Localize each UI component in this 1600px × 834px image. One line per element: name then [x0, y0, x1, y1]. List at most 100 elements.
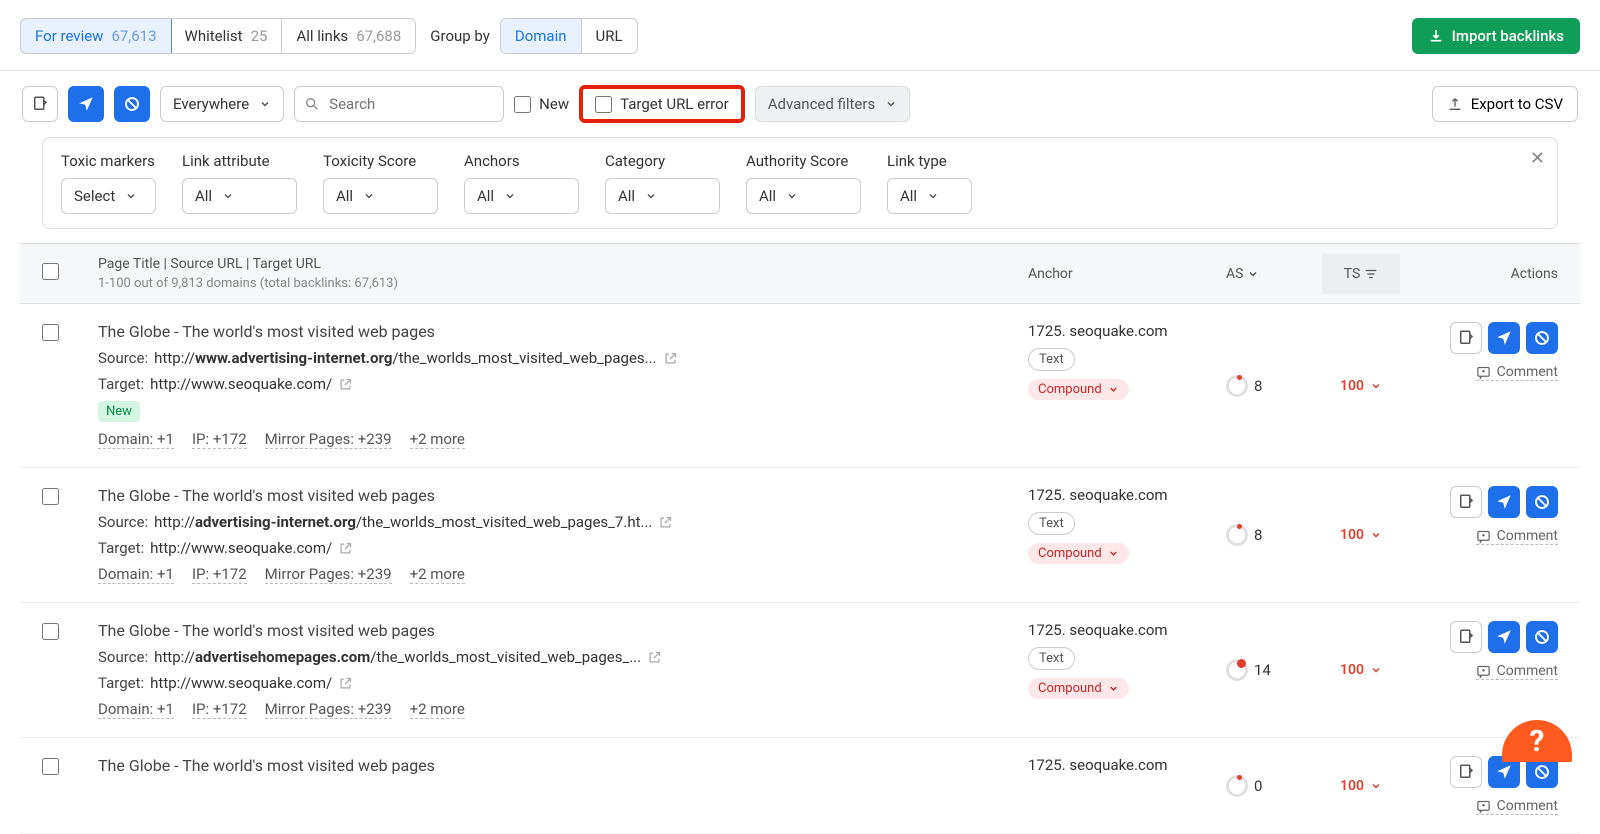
target-line: Target: http://www.seoquake.com/: [98, 539, 1010, 557]
comment-link[interactable]: Comment: [1476, 798, 1558, 815]
meta-item[interactable]: +2 more: [410, 565, 465, 584]
row-title: The Globe - The world's most visited web…: [98, 621, 1010, 640]
meta-item[interactable]: IP: +172: [192, 700, 247, 719]
filter-dropdown[interactable]: All: [464, 178, 579, 214]
row-block-button[interactable]: [1526, 322, 1558, 354]
search-input[interactable]: [294, 86, 504, 122]
meta-item[interactable]: +2 more: [410, 430, 465, 449]
external-link-icon[interactable]: [647, 650, 662, 665]
meta-item[interactable]: IP: +172: [192, 565, 247, 584]
source-line: Source: http://advertisehomepages.com/th…: [98, 648, 1010, 666]
chevron-down-icon: [363, 190, 375, 202]
filter-authority-score: Authority Score All: [746, 152, 861, 214]
export-csv-button[interactable]: Export to CSV: [1432, 86, 1578, 122]
row-block-button[interactable]: [1526, 486, 1558, 518]
row-checkbox[interactable]: [42, 758, 59, 775]
chevron-down-icon: [786, 190, 798, 202]
meta-item[interactable]: Domain: +1: [98, 700, 174, 719]
row-send-button[interactable]: [1488, 621, 1520, 653]
filter-dropdown[interactable]: All: [323, 178, 438, 214]
row-move-button[interactable]: [1450, 756, 1482, 788]
as-value: 8: [1254, 377, 1262, 395]
row-as: 8: [1226, 486, 1304, 584]
tab-count: 25: [251, 27, 268, 45]
target-url-error-checkbox[interactable]: Target URL error: [579, 85, 745, 123]
block-button[interactable]: [114, 86, 150, 122]
table-row: The Globe - The world's most visited web…: [20, 304, 1580, 468]
select-all-checkbox[interactable]: [42, 263, 59, 280]
anchor-tag-compound[interactable]: Compound: [1028, 379, 1129, 400]
chevron-down-icon: [1370, 380, 1382, 392]
row-block-button[interactable]: [1526, 621, 1558, 653]
search-icon: [304, 96, 320, 112]
row-ts[interactable]: 100: [1322, 322, 1400, 449]
filter-toxic-markers: Toxic markers Select: [61, 152, 156, 214]
filter-dropdown[interactable]: All: [605, 178, 720, 214]
tab-label: All links: [296, 27, 348, 45]
move-to-list-button[interactable]: [22, 86, 58, 122]
checkbox-input[interactable]: [514, 96, 531, 113]
import-backlinks-button[interactable]: Import backlinks: [1412, 18, 1580, 54]
tab-whitelist[interactable]: Whitelist 25: [171, 19, 283, 53]
row-send-button[interactable]: [1488, 486, 1520, 518]
external-link-icon[interactable]: [338, 377, 353, 392]
meta-item[interactable]: Domain: +1: [98, 565, 174, 584]
filter-dropdown[interactable]: All: [182, 178, 297, 214]
row-send-button[interactable]: [1488, 322, 1520, 354]
upload-icon: [1447, 96, 1463, 112]
external-link-icon[interactable]: [338, 541, 353, 556]
row-checkbox[interactable]: [42, 623, 59, 640]
row-ts[interactable]: 100: [1322, 756, 1400, 815]
group-by-domain[interactable]: Domain: [501, 19, 582, 53]
row-checkbox[interactable]: [42, 324, 59, 341]
comment-link[interactable]: Comment: [1476, 663, 1558, 680]
checkbox-input[interactable]: [595, 96, 612, 113]
column-header-as[interactable]: AS: [1226, 266, 1304, 282]
chevron-down-icon: [885, 98, 897, 110]
meta-item[interactable]: IP: +172: [192, 430, 247, 449]
filter-dropdown[interactable]: All: [746, 178, 861, 214]
as-ring-icon: [1226, 775, 1248, 797]
meta-item[interactable]: Mirror Pages: +239: [265, 565, 392, 584]
meta-item[interactable]: Mirror Pages: +239: [265, 430, 392, 449]
send-button[interactable]: [68, 86, 104, 122]
row-ts[interactable]: 100: [1322, 621, 1400, 719]
anchor-tag-compound[interactable]: Compound: [1028, 543, 1129, 564]
anchor-tag-compound[interactable]: Compound: [1028, 678, 1129, 699]
chevron-down-icon: [1370, 664, 1382, 676]
row-checkbox[interactable]: [42, 488, 59, 505]
column-header-ts[interactable]: TS: [1322, 254, 1400, 294]
filter-dropdown[interactable]: Select: [61, 178, 156, 214]
row-ts[interactable]: 100: [1322, 486, 1400, 584]
new-checkbox[interactable]: New: [514, 95, 569, 113]
meta-item[interactable]: Domain: +1: [98, 430, 174, 449]
comment-link[interactable]: Comment: [1476, 528, 1558, 545]
row-move-button[interactable]: [1450, 621, 1482, 653]
scope-dropdown[interactable]: Everywhere: [160, 86, 284, 122]
external-link-icon[interactable]: [658, 515, 673, 530]
row-as: 14: [1226, 621, 1304, 719]
close-filter-panel-button[interactable]: ✕: [1530, 148, 1545, 169]
comment-icon: [1476, 529, 1491, 544]
table-row: The Globe - The world's most visited web…: [20, 603, 1580, 738]
comment-link[interactable]: Comment: [1476, 364, 1558, 381]
anchor-text: 1725. seoquake.com: [1028, 621, 1208, 639]
source-line: Source: http://advertising-internet.org/…: [98, 513, 1010, 531]
external-link-icon[interactable]: [663, 351, 678, 366]
filter-label: Toxicity Score: [323, 152, 438, 170]
external-link-icon[interactable]: [338, 676, 353, 691]
filter-dropdown[interactable]: All: [887, 178, 972, 214]
group-by-url[interactable]: URL: [582, 19, 637, 53]
row-move-button[interactable]: [1450, 322, 1482, 354]
filter-anchors: Anchors All: [464, 152, 579, 214]
target-line: Target: http://www.seoquake.com/: [98, 674, 1010, 692]
meta-item[interactable]: Mirror Pages: +239: [265, 700, 392, 719]
tab-for-review[interactable]: For review 67,613: [20, 18, 172, 54]
tab-all-links[interactable]: All links 67,688: [282, 19, 415, 53]
advanced-filters-button[interactable]: Advanced filters: [755, 86, 910, 122]
row-move-button[interactable]: [1450, 486, 1482, 518]
column-header-actions: Actions: [1418, 266, 1558, 282]
meta-item[interactable]: +2 more: [410, 700, 465, 719]
filter-label: Anchors: [464, 152, 579, 170]
tab-label: For review: [35, 27, 103, 45]
